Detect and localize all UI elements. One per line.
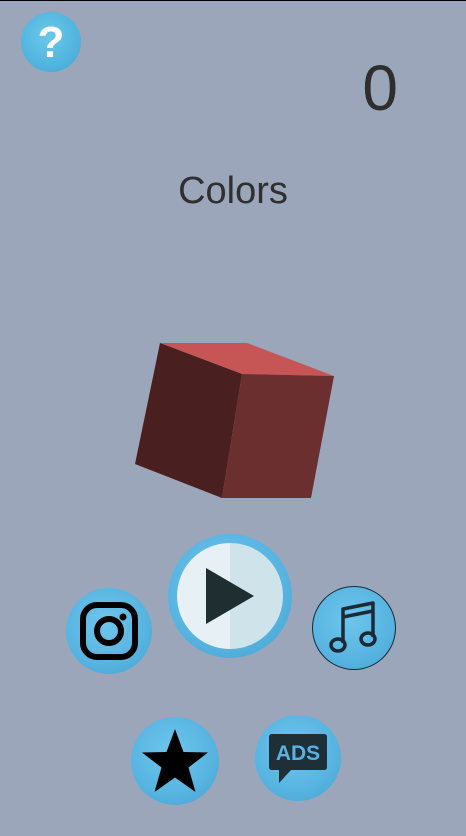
music-note-icon bbox=[329, 601, 377, 653]
help-button[interactable]: ? bbox=[21, 12, 81, 72]
ads-label: ADS bbox=[276, 742, 320, 765]
game-cube bbox=[135, 343, 334, 498]
play-button-face bbox=[177, 543, 283, 649]
remove-ads-button[interactable]: ADS bbox=[255, 715, 341, 801]
score-counter: 0 bbox=[362, 52, 398, 124]
instagram-button[interactable] bbox=[66, 588, 152, 674]
play-icon bbox=[206, 568, 254, 624]
instagram-icon bbox=[80, 602, 138, 660]
play-button[interactable] bbox=[168, 534, 292, 658]
game-mode-title: Colors bbox=[178, 170, 288, 212]
star-icon bbox=[142, 729, 208, 792]
question-mark-icon: ? bbox=[37, 18, 65, 67]
top-border bbox=[0, 0, 466, 1]
music-toggle-button[interactable] bbox=[312, 586, 396, 670]
ads-icon: ADS bbox=[269, 734, 327, 783]
rate-button[interactable] bbox=[131, 717, 219, 805]
